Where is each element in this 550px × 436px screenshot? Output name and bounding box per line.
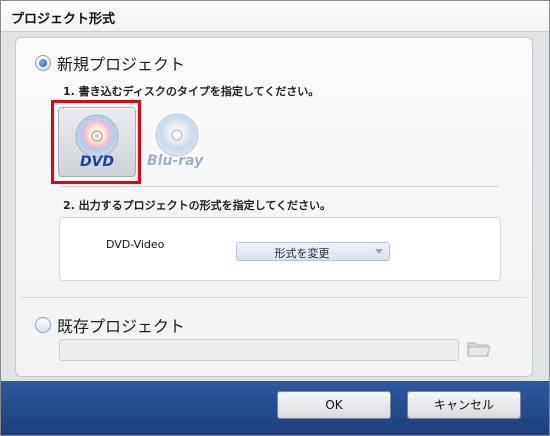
format-name: DVD-Video (106, 238, 165, 251)
bluray-label: Blu-ray (147, 153, 204, 169)
folder-icon[interactable] (467, 339, 491, 359)
selection-highlight-frame (51, 100, 141, 184)
title-bar: プロジェクト形式 (1, 1, 549, 32)
ok-button[interactable]: OK (277, 391, 391, 419)
change-format-label: 形式を変更 (274, 247, 330, 260)
existing-project-path-field[interactable] (59, 339, 459, 361)
chevron-down-icon (375, 249, 383, 254)
change-format-dropdown[interactable]: 形式を変更 (236, 242, 390, 261)
step2-instruction: 2. 出力するプロジェクトの形式を指定してください。 (63, 199, 332, 212)
new-project-label[interactable]: 新規プロジェクト (57, 51, 185, 75)
divider-section (21, 297, 527, 298)
divider-step (59, 186, 499, 187)
existing-project-radio[interactable] (35, 317, 51, 333)
new-project-radio[interactable] (35, 55, 51, 71)
dialog-title: プロジェクト形式 (11, 12, 116, 27)
project-format-dialog: プロジェクト形式 新規プロジェクト 1. 書き込むディスクのタイプを指定してくだ… (0, 0, 550, 436)
step1-instruction: 1. 書き込むディスクのタイプを指定してください。 (63, 85, 320, 98)
format-box: DVD-Video 形式を変更 (59, 217, 501, 281)
bluray-disc-button[interactable]: Blu-ray (145, 107, 221, 175)
cancel-button[interactable]: キャンセル (407, 391, 521, 419)
existing-project-label[interactable]: 既存プロジェクト (57, 313, 185, 337)
